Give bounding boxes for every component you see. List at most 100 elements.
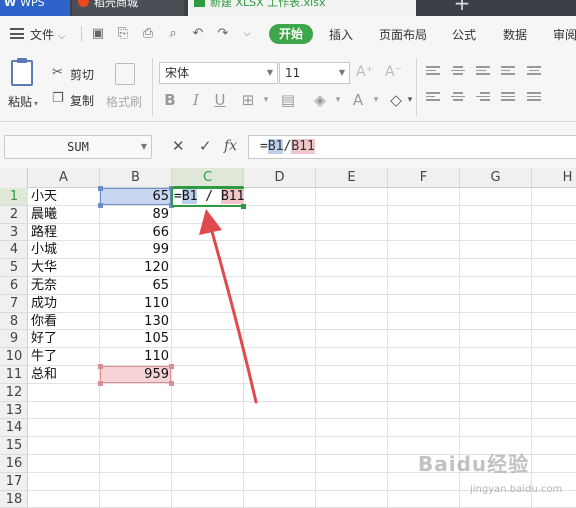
row-header-12[interactable]: 12	[0, 384, 28, 402]
cut-button[interactable]: 剪切	[70, 66, 94, 83]
row-header-9[interactable]: 9	[0, 330, 28, 349]
column-header-h[interactable]: H	[532, 168, 576, 188]
tab-formulas[interactable]: 公式	[452, 26, 476, 43]
fill-color-icon[interactable]: ◈	[312, 92, 328, 108]
row-header-4[interactable]: 4	[0, 241, 28, 260]
row-header-14[interactable]: 14	[0, 419, 28, 438]
paste-icon[interactable]	[11, 58, 33, 86]
column-header-d[interactable]: D	[244, 168, 316, 188]
cell-b10[interactable]: 110	[100, 348, 172, 366]
document-tab[interactable]: 新建 XLSX 工作表.xlsx	[188, 0, 416, 16]
tab-review[interactable]: 审阅	[553, 26, 576, 43]
tab-page-layout[interactable]: 页面布局	[379, 26, 427, 43]
bold-button[interactable]: B	[162, 92, 178, 108]
column-header-c[interactable]: C	[172, 168, 244, 188]
active-cell-c1[interactable]: =B1 / B11	[171, 187, 245, 207]
align-center-icon[interactable]	[527, 66, 541, 78]
cell-b4[interactable]: 99	[100, 241, 172, 259]
row-header-1[interactable]: 1	[0, 188, 28, 206]
align-left-icon[interactable]	[426, 92, 440, 104]
cell-b6[interactable]: 65	[100, 277, 172, 295]
chevron-down-icon[interactable]: ⌵	[240, 27, 254, 41]
chevron-down-icon[interactable]: ▾	[330, 92, 346, 108]
row-header-5[interactable]: 5	[0, 259, 28, 277]
increase-font-button[interactable]: A⁺	[356, 65, 373, 79]
select-all-corner[interactable]	[0, 168, 28, 188]
row-header-13[interactable]: 13	[0, 402, 28, 420]
row-header-7[interactable]: 7	[0, 295, 28, 313]
file-menu[interactable]: 文件 ⌵	[30, 26, 66, 43]
store-tab[interactable]: 稻壳商城	[72, 0, 184, 16]
border-icon[interactable]: ⊞	[240, 92, 256, 108]
cell-b2[interactable]: 89	[100, 206, 172, 224]
fill-handle[interactable]	[241, 203, 246, 209]
chevron-down-icon[interactable]: ▾	[368, 92, 384, 108]
name-box[interactable]: SUM ▼	[4, 135, 152, 159]
tab-start[interactable]: 开始	[269, 24, 313, 44]
font-name-select[interactable]: 宋体 ▼	[159, 62, 278, 84]
copy-button[interactable]: 复制	[70, 92, 94, 109]
tab-data[interactable]: 数据	[503, 26, 527, 43]
wps-home-tab[interactable]: W WPS	[0, 0, 70, 16]
chevron-down-icon[interactable]: ▾	[258, 92, 274, 108]
cell-b5[interactable]: 120	[100, 259, 172, 277]
cell-b11[interactable]: 959	[100, 366, 172, 384]
column-header-e[interactable]: E	[316, 168, 388, 188]
column-header-a[interactable]: A	[28, 168, 100, 188]
row-header-11[interactable]: 11	[0, 366, 28, 384]
distributed-icon[interactable]	[527, 92, 541, 104]
row-header-10[interactable]: 10	[0, 348, 28, 366]
cell-a2[interactable]: 晨曦	[28, 206, 100, 224]
align-middle-icon[interactable]	[451, 66, 465, 78]
row-header-8[interactable]: 8	[0, 313, 28, 331]
font-size-select[interactable]: 11 ▼	[279, 62, 350, 84]
row-header-17[interactable]: 17	[0, 473, 28, 491]
align-bottom-icon[interactable]	[476, 66, 490, 78]
cell-style-icon[interactable]: ▤	[280, 92, 296, 108]
insert-function-icon[interactable]: fx	[224, 138, 237, 154]
undo-icon[interactable]: ↶	[191, 27, 205, 41]
print-icon[interactable]: ⎙	[141, 27, 155, 41]
align-left-icon[interactable]	[501, 66, 515, 78]
decrease-font-button[interactable]: A⁻	[385, 65, 402, 79]
cell-b9[interactable]: 105	[100, 330, 172, 348]
row-header-2[interactable]: 2	[0, 206, 28, 224]
cell-a4[interactable]: 小城	[28, 241, 100, 259]
column-header-f[interactable]: F	[388, 168, 460, 188]
cell-b7[interactable]: 110	[100, 295, 172, 313]
cell-b8[interactable]: 130	[100, 313, 172, 331]
justify-icon[interactable]	[501, 92, 515, 104]
cell-a1[interactable]: 小天	[28, 188, 100, 206]
formula-input[interactable]: =B1/B11	[248, 135, 576, 159]
cell-a9[interactable]: 好了	[28, 330, 100, 348]
format-painter-button[interactable]: 格式刷	[106, 93, 142, 110]
new-tab-button[interactable]: +	[452, 0, 472, 14]
save-icon[interactable]: ▣	[91, 27, 105, 41]
cell-b1[interactable]: 65	[100, 188, 172, 206]
hamburger-menu-icon[interactable]	[10, 28, 24, 39]
align-top-icon[interactable]	[426, 66, 440, 78]
tab-insert[interactable]: 插入	[329, 26, 353, 43]
cell-a3[interactable]: 路程	[28, 224, 100, 242]
row-header-3[interactable]: 3	[0, 224, 28, 242]
paste-button[interactable]: 粘贴 ▾	[8, 93, 38, 110]
column-header-g[interactable]: G	[460, 168, 532, 188]
column-header-b[interactable]: B	[100, 168, 172, 188]
italic-button[interactable]: I	[188, 92, 204, 108]
cell-a11[interactable]: 总和	[28, 366, 100, 384]
align-center-icon[interactable]	[451, 92, 465, 104]
cell-a8[interactable]: 你看	[28, 313, 100, 331]
cell-a6[interactable]: 无奈	[28, 277, 100, 295]
font-color-icon[interactable]: A	[350, 92, 366, 108]
cancel-icon[interactable]: ✕	[172, 138, 185, 154]
cell-b3[interactable]: 66	[100, 224, 172, 242]
underline-button[interactable]: U	[212, 92, 228, 108]
align-right-icon[interactable]	[476, 92, 490, 104]
cell-a5[interactable]: 大华	[28, 259, 100, 277]
export-pdf-icon[interactable]: ⎘	[116, 27, 130, 41]
redo-icon[interactable]: ↷	[216, 27, 230, 41]
row-header-16[interactable]: 16	[0, 455, 28, 473]
cell-a10[interactable]: 牛了	[28, 348, 100, 366]
row-header-18[interactable]: 18	[0, 491, 28, 508]
row-header-6[interactable]: 6	[0, 277, 28, 295]
